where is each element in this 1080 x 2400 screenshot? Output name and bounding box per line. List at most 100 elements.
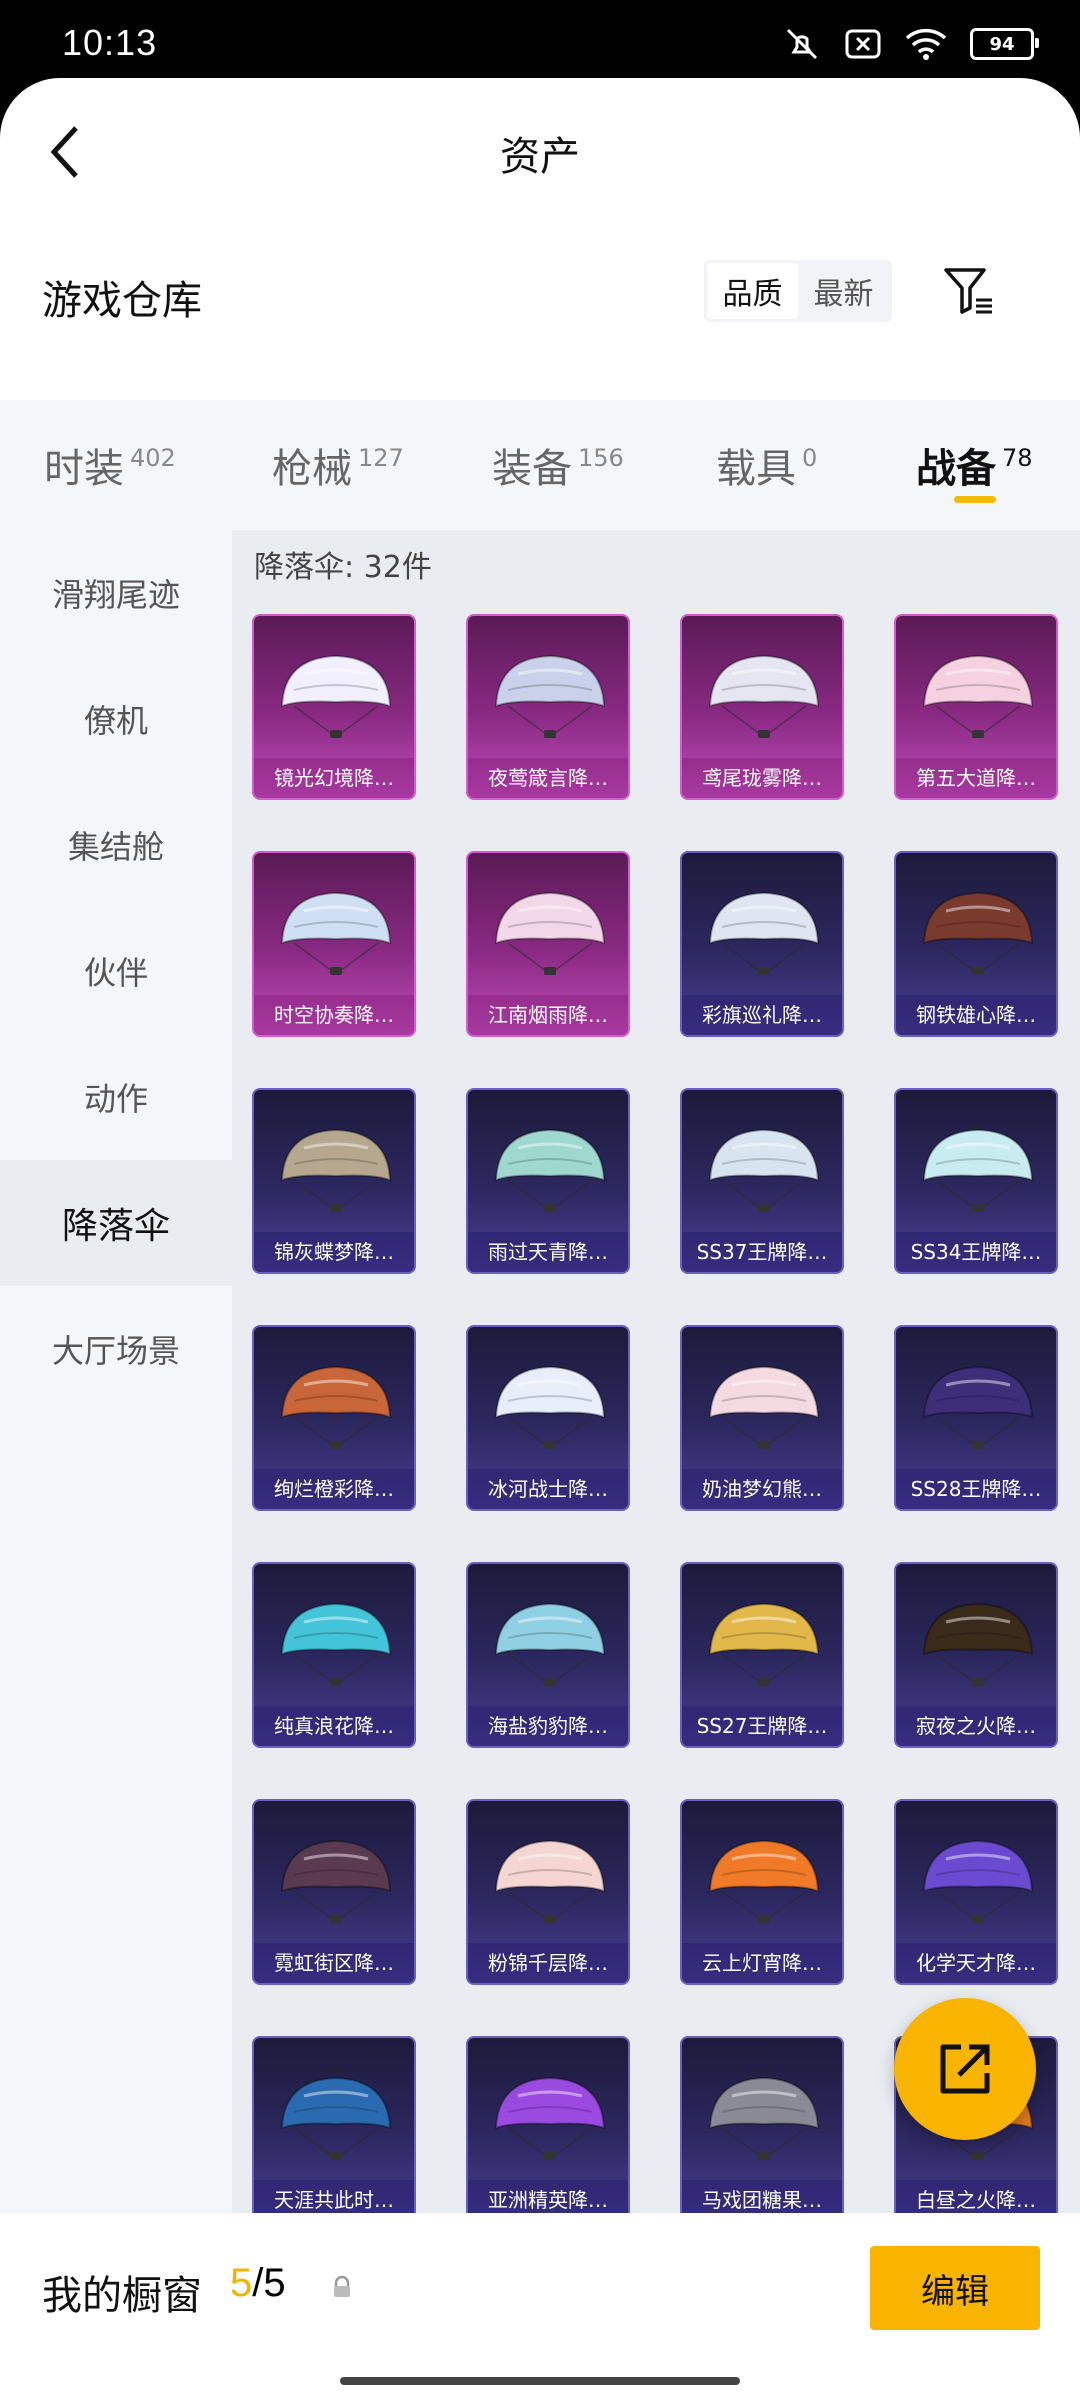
parachute-icon xyxy=(280,1365,392,1449)
status-bar: 10:13 94 xyxy=(0,0,1080,80)
parachute-card[interactable]: 时空协奏降… xyxy=(252,851,416,1037)
showcase-total: /5 xyxy=(252,2261,286,2305)
parachute-name: 鸢尾珑雾降… xyxy=(682,758,842,798)
parachute-icon xyxy=(280,2076,392,2160)
warehouse-title: 游戏仓库 xyxy=(42,278,202,324)
parachute-name: 雨过天青降… xyxy=(468,1232,628,1272)
parachute-card[interactable]: SS34王牌降… xyxy=(894,1088,1058,1274)
lock-icon xyxy=(334,2275,350,2297)
showcase-bar: 我的橱窗 5/5 编辑 xyxy=(0,2213,1080,2400)
tab-battle-gear[interactable]: 战备 78 xyxy=(916,400,1033,530)
parachute-icon xyxy=(708,1602,820,1686)
sidebar-item-glide-trail[interactable]: 滑翔尾迹 xyxy=(0,530,232,656)
parachute-name: 奶油梦幻熊… xyxy=(682,1469,842,1509)
parachute-name: 粉锦千层降… xyxy=(468,1943,628,1983)
parachute-card[interactable]: 江南烟雨降… xyxy=(466,851,630,1037)
showcase-current: 5 xyxy=(230,2261,253,2305)
tab-weapons[interactable]: 枪械 127 xyxy=(272,400,404,530)
filter-button[interactable] xyxy=(940,262,1000,322)
parachute-name: 江南烟雨降… xyxy=(468,995,628,1035)
sidebar-item-wingman[interactable]: 僚机 xyxy=(0,656,232,782)
active-tab-indicator xyxy=(954,496,996,503)
parachute-card[interactable]: 彩旗巡礼降… xyxy=(680,851,844,1037)
parachute-icon xyxy=(280,891,392,975)
parachute-name: 彩旗巡礼降… xyxy=(682,995,842,1035)
parachute-card[interactable]: 海盐豹豹降… xyxy=(466,1562,630,1748)
parachute-name: SS28王牌降… xyxy=(896,1469,1056,1509)
sort-toggle: 品质 最新 xyxy=(704,260,892,322)
sort-newest-button[interactable]: 最新 xyxy=(798,263,889,319)
parachute-card[interactable]: 纯真浪花降… xyxy=(252,1562,416,1748)
parachute-icon xyxy=(708,891,820,975)
parachute-card[interactable]: 第五大道降… xyxy=(894,614,1058,800)
parachute-name: SS27王牌降… xyxy=(682,1706,842,1746)
parachute-icon xyxy=(280,654,392,738)
share-icon xyxy=(940,2044,990,2094)
parachute-card[interactable]: 天涯共此时… xyxy=(252,2036,416,2222)
edit-showcase-button[interactable]: 编辑 xyxy=(870,2246,1040,2330)
parachute-icon xyxy=(708,2076,820,2160)
no-sim-icon xyxy=(845,29,881,59)
parachute-card[interactable]: SS37王牌降… xyxy=(680,1088,844,1274)
parachute-name: SS37王牌降… xyxy=(682,1232,842,1272)
parachute-icon xyxy=(708,1839,820,1923)
parachute-card[interactable]: 绚烂橙彩降… xyxy=(252,1325,416,1511)
parachute-name: 镜光幻境降… xyxy=(254,758,414,798)
parachute-icon xyxy=(708,1128,820,1212)
parachute-card[interactable]: 云上灯宵降… xyxy=(680,1799,844,1985)
parachute-icon xyxy=(494,2076,606,2160)
parachute-icon xyxy=(494,1839,606,1923)
tab-vehicles[interactable]: 载具 0 xyxy=(716,400,817,530)
status-icons: 94 xyxy=(782,26,1039,62)
parachute-card[interactable]: SS27王牌降… xyxy=(680,1562,844,1748)
parachute-icon xyxy=(494,1602,606,1686)
sidebar-item-companion[interactable]: 伙伴 xyxy=(0,908,232,1034)
tab-count: 0 xyxy=(802,444,818,472)
parachute-card[interactable]: 雨过天青降… xyxy=(466,1088,630,1274)
parachute-card[interactable]: 钢铁雄心降… xyxy=(894,851,1058,1037)
parachute-name: 纯真浪花降… xyxy=(254,1706,414,1746)
tab-label: 战备 xyxy=(916,446,996,492)
parachute-name: 霓虹街区降… xyxy=(254,1943,414,1983)
tab-fashion[interactable]: 时装 402 xyxy=(44,400,176,530)
parachute-card[interactable]: 寂夜之火降… xyxy=(894,1562,1058,1748)
parachute-card[interactable]: 化学天才降… xyxy=(894,1799,1058,1985)
parachute-card[interactable]: 奶油梦幻熊… xyxy=(680,1325,844,1511)
parachute-card[interactable]: 粉锦千层降… xyxy=(466,1799,630,1985)
showcase-count: 5/5 xyxy=(230,2261,286,2306)
page-title: 资产 xyxy=(500,134,580,180)
parachute-card[interactable]: SS28王牌降… xyxy=(894,1325,1058,1511)
warehouse-header: 游戏仓库 品质 最新 xyxy=(0,250,1080,350)
tab-equipment[interactable]: 装备 156 xyxy=(492,400,624,530)
parachute-card[interactable]: 锦灰蝶梦降… xyxy=(252,1088,416,1274)
sort-quality-button[interactable]: 品质 xyxy=(707,263,798,319)
parachute-card[interactable]: 亚洲精英降… xyxy=(466,2036,630,2222)
parachute-icon xyxy=(922,654,1034,738)
parachute-card[interactable]: 冰河战士降… xyxy=(466,1325,630,1511)
parachute-name: 锦灰蝶梦降… xyxy=(254,1232,414,1272)
parachute-icon xyxy=(494,1128,606,1212)
parachute-name: 海盐豹豹降… xyxy=(468,1706,628,1746)
sidebar-item-lobby-scene[interactable]: 大厅场景 xyxy=(0,1286,232,1412)
parachute-name: 化学天才降… xyxy=(896,1943,1056,1983)
parachute-card[interactable]: 马戏团糖果… xyxy=(680,2036,844,2222)
parachute-name: SS34王牌降… xyxy=(896,1232,1056,1272)
assets-sheet: 资产 游戏仓库 品质 最新 时装 402 枪械 127 装备 156 载具 0 … xyxy=(0,78,1080,2400)
parachute-card[interactable]: 夜莺箴言降… xyxy=(466,614,630,800)
tab-count: 402 xyxy=(130,444,176,472)
sidebar-item-parachute[interactable]: 降落伞 xyxy=(0,1160,232,1286)
parachute-name: 夜莺箴言降… xyxy=(468,758,628,798)
tab-label: 时装 xyxy=(44,446,124,492)
sidebar-item-emote[interactable]: 动作 xyxy=(0,1034,232,1160)
parachute-card[interactable]: 镜光幻境降… xyxy=(252,614,416,800)
parachute-icon xyxy=(494,891,606,975)
parachute-name: 云上灯宵降… xyxy=(682,1943,842,1983)
tab-count: 78 xyxy=(1002,444,1033,472)
tab-count: 156 xyxy=(578,444,624,472)
parachute-card[interactable]: 霓虹街区降… xyxy=(252,1799,416,1985)
sidebar-item-pod[interactable]: 集结舱 xyxy=(0,782,232,908)
parachute-card[interactable]: 鸢尾珑雾降… xyxy=(680,614,844,800)
parachute-icon xyxy=(708,654,820,738)
share-button[interactable] xyxy=(894,1998,1036,2140)
parachute-name: 第五大道降… xyxy=(896,758,1056,798)
